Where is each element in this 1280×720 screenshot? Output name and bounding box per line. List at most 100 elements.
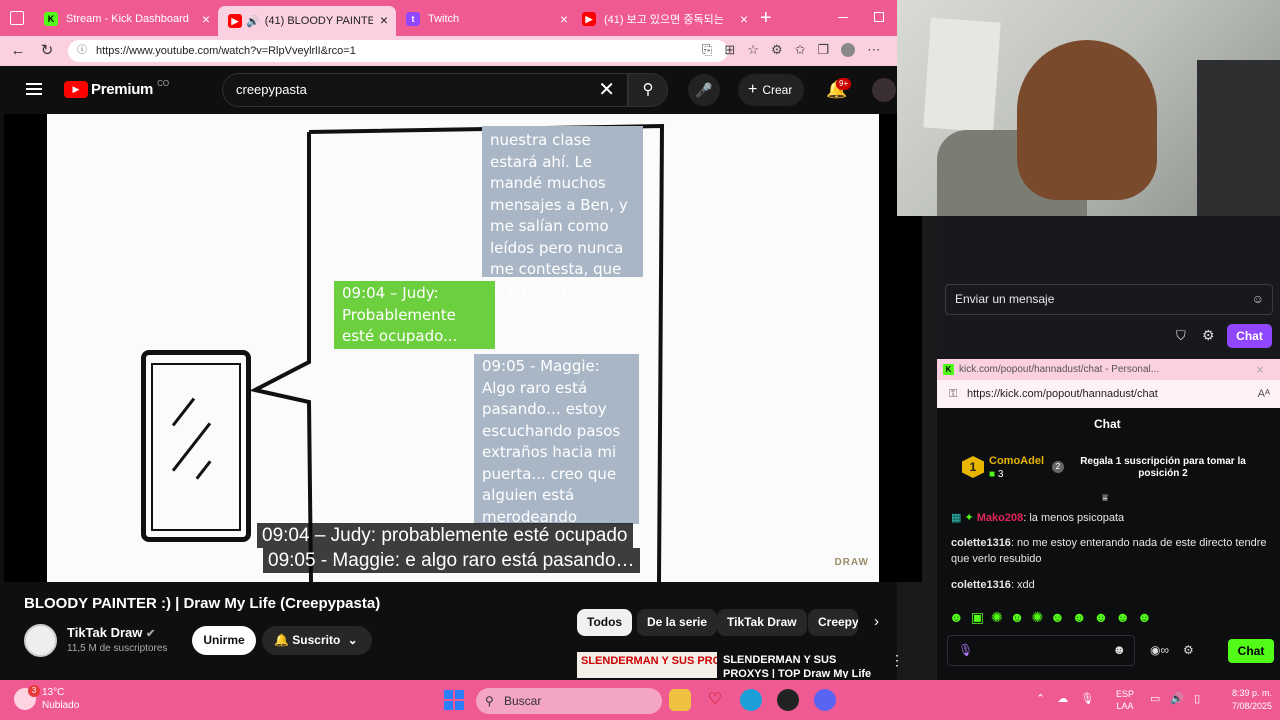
- system-icons[interactable]: ▭ 🔊 ▯: [1150, 692, 1200, 705]
- leader-name[interactable]: ComoAdel: [989, 455, 1044, 467]
- minimize-icon[interactable]: [838, 17, 848, 18]
- menu-icon[interactable]: [26, 83, 42, 95]
- back-icon[interactable]: ←: [8, 40, 28, 62]
- kick-chat-input[interactable]: 🎙 ☻: [947, 635, 1135, 666]
- voice-search-button[interactable]: 🎤: [688, 74, 720, 106]
- chat-username[interactable]: colette1316: [951, 579, 1011, 591]
- join-button[interactable]: Unirme: [192, 626, 256, 655]
- emote-icon[interactable]: ▣: [971, 609, 984, 626]
- recommended-title[interactable]: SLENDERMAN Y SUS PROXYS | TOP Draw My Li…: [723, 653, 873, 678]
- subscribed-button[interactable]: 🔔 Suscrito ⌄: [262, 626, 372, 655]
- edge-icon[interactable]: [740, 689, 762, 711]
- more-icon[interactable]: ⋯: [867, 42, 880, 58]
- tab-youtube-bloody-painter[interactable]: ▶ 🔊 (41) BLOODY PAINTER :) ×: [218, 6, 396, 36]
- emote-icon[interactable]: ☻: [1115, 609, 1130, 626]
- emote-icon[interactable]: ☻: [949, 609, 964, 626]
- youtube-logo[interactable]: ▶ Premium CO: [64, 79, 169, 98]
- microphone-icon: 🎤: [695, 82, 713, 98]
- apps-icon[interactable]: ⊞: [724, 42, 735, 58]
- emote-icon[interactable]: ☻: [1137, 609, 1152, 626]
- tab-kick-dashboard[interactable]: K Stream - Kick Dashboard ×: [34, 5, 218, 33]
- shield-icon[interactable]: ⛉: [1176, 328, 1186, 344]
- close-icon[interactable]: ×: [380, 13, 388, 27]
- tab-youtube-korean[interactable]: ▶ (41) 보고 있으면 중독되는 ×: [572, 5, 756, 33]
- more-options-icon[interactable]: ⋮: [890, 652, 904, 669]
- new-tab-button[interactable]: +: [760, 8, 772, 28]
- emote-icon[interactable]: ☻: [1010, 609, 1025, 626]
- chat-username[interactable]: colette1316: [951, 537, 1011, 549]
- read-aloud-icon[interactable]: ⎘: [702, 42, 712, 58]
- clock[interactable]: 8:39 p. m. 7/08/2025: [1218, 687, 1272, 713]
- chip-tiktak-draw[interactable]: TikTak Draw: [717, 609, 807, 636]
- chip-de-la-serie[interactable]: De la serie: [637, 609, 718, 636]
- leader-prompt[interactable]: Regala 1 suscripción para tomar la posic…: [1068, 456, 1258, 480]
- close-icon[interactable]: ×: [560, 12, 568, 26]
- discord-icon[interactable]: [814, 689, 836, 711]
- file-explorer-icon[interactable]: [669, 689, 691, 711]
- chip-creepy[interactable]: Creepy: [808, 609, 858, 636]
- gear-icon[interactable]: ⚙: [1202, 327, 1215, 344]
- obs-icon[interactable]: [777, 689, 799, 711]
- emote-icon[interactable]: ☻: [1050, 609, 1065, 626]
- favorite-star-icon[interactable]: ☆: [747, 42, 759, 58]
- subscriber-count: 11,5 M de suscriptores: [67, 643, 168, 654]
- chat-username[interactable]: Mako208: [977, 512, 1023, 524]
- emoji-icon[interactable]: ☻: [1112, 642, 1126, 657]
- cloud-icon[interactable]: ☁: [1057, 692, 1068, 705]
- profile-icon[interactable]: [841, 43, 856, 57]
- kick-icon: K: [943, 364, 954, 375]
- badge-icon: ▦: [951, 512, 962, 524]
- avatar[interactable]: [872, 78, 896, 102]
- speaker-icon[interactable]: 🔊: [246, 15, 260, 28]
- create-button[interactable]: + Crear: [738, 74, 804, 106]
- taskbar-search[interactable]: ⚲ Buscar: [476, 688, 662, 714]
- read-mode-icon[interactable]: Aᴬ: [1258, 380, 1270, 408]
- message-input[interactable]: Enviar un mensaje ☺: [945, 284, 1273, 315]
- collections-icon[interactable]: ❐: [818, 42, 830, 58]
- close-icon[interactable]: ×: [1256, 359, 1264, 380]
- microphone-icon[interactable]: 🎙: [958, 643, 973, 657]
- weather-widget[interactable]: 3 13°C Nublado: [14, 685, 104, 715]
- recommended-thumbnail[interactable]: SLENDERMAN Y SUS PROXYS: [577, 652, 717, 678]
- pin-icon[interactable]: ⩸: [1102, 493, 1108, 504]
- search-button[interactable]: ⚲: [628, 73, 668, 107]
- tab-twitch[interactable]: t Twitch ×: [396, 5, 576, 33]
- chip-todos[interactable]: Todos: [577, 609, 633, 636]
- chat-send-button[interactable]: Chat: [1227, 324, 1272, 348]
- maximize-icon[interactable]: [874, 12, 884, 22]
- close-icon[interactable]: ×: [202, 12, 210, 26]
- language-indicator[interactable]: ESP LAA: [1116, 688, 1134, 712]
- notifications-button[interactable]: 🔔 9+: [826, 78, 852, 100]
- leaderboard-rank-2: 2: [1052, 461, 1064, 473]
- url-input[interactable]: ⓘ https://www.youtube.com/watch?v=RlpVve…: [68, 40, 728, 62]
- search-input[interactable]: creepypasta ✕: [222, 73, 628, 107]
- emote-icon[interactable]: ☻: [1072, 609, 1087, 626]
- gear-icon[interactable]: ⚙: [1183, 643, 1194, 657]
- emoji-icon[interactable]: ☺: [1252, 285, 1264, 314]
- emote-icon[interactable]: ✺: [991, 609, 1003, 626]
- channel-avatar[interactable]: [24, 624, 57, 657]
- chevron-right-icon[interactable]: ›: [874, 613, 879, 630]
- points-icon[interactable]: ◉∞: [1150, 643, 1169, 657]
- clear-search-icon[interactable]: ✕: [598, 74, 615, 106]
- clock-time: 8:39 p. m.: [1231, 688, 1272, 698]
- popup-title-bar: K kick.com/popout/hannadust/chat - Perso…: [937, 359, 1280, 380]
- channel-name[interactable]: TikTak Draw ✔: [67, 625, 155, 640]
- kick-chat-button[interactable]: Chat: [1228, 639, 1274, 663]
- video-frame[interactable]: nuestra clase estará ahí. Le mandé mucho…: [47, 114, 879, 582]
- windows-start-icon[interactable]: [444, 690, 464, 710]
- subscribed-label: Suscrito: [292, 633, 341, 647]
- microphone-icon[interactable]: 🎙: [1080, 692, 1094, 705]
- favorites-icon[interactable]: ✩: [795, 42, 806, 58]
- app-icon[interactable]: ♡: [704, 689, 726, 711]
- reload-icon[interactable]: ↻: [37, 40, 57, 62]
- sidebar-toggle-icon[interactable]: [10, 11, 24, 25]
- logo-text: Premium: [91, 81, 154, 98]
- emote-icon[interactable]: ✺: [1031, 609, 1043, 626]
- emote-icon[interactable]: ☻: [1094, 609, 1109, 626]
- chevron-up-icon[interactable]: ⌃: [1036, 692, 1045, 705]
- extensions-icon[interactable]: ⚙: [771, 42, 783, 58]
- close-icon[interactable]: ×: [740, 12, 748, 26]
- tab-title: Stream - Kick Dashboard: [66, 13, 189, 25]
- tab-title: (41) 보고 있으면 중독되는: [604, 14, 724, 26]
